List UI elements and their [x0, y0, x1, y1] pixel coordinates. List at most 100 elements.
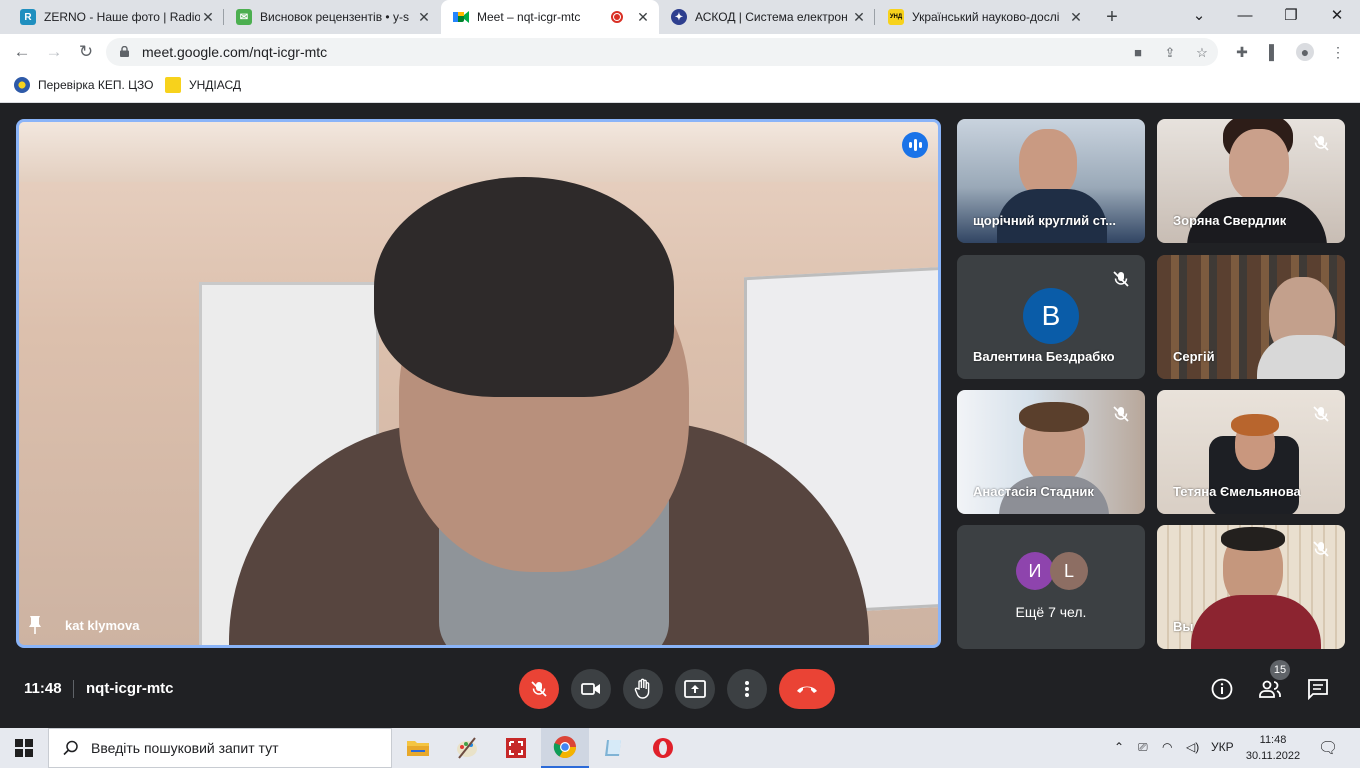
people-count-badge: 15 — [1270, 660, 1290, 680]
notes-taskbar-button[interactable] — [590, 728, 638, 768]
side-panel-icon[interactable]: ▌ — [1265, 43, 1283, 61]
volume-icon[interactable]: ◁) — [1186, 740, 1199, 754]
info-icon — [1211, 678, 1233, 700]
emblem-icon — [14, 77, 30, 93]
browser-tab-askod[interactable]: ✦ АСКОД | Система електрон ✕ — [659, 0, 875, 34]
close-tab-icon[interactable]: ✕ — [416, 9, 432, 26]
camera-in-use-icon[interactable]: ■ — [1130, 45, 1146, 61]
search-icon — [63, 740, 78, 756]
search-placeholder: Введіть пошуковий запит тут — [91, 740, 279, 756]
extensions-icon[interactable]: ✚ — [1233, 43, 1251, 61]
clock-date: 30.11.2022 — [1245, 750, 1301, 762]
start-button[interactable] — [0, 728, 48, 768]
microphone-toggle-button[interactable] — [519, 669, 559, 709]
tab-title: АСКОД | Система електрон — [695, 10, 848, 24]
input-language-indicator[interactable]: УКР — [1211, 740, 1234, 754]
snipping-tool-taskbar-button[interactable] — [492, 728, 540, 768]
back-button[interactable]: ← — [10, 40, 34, 64]
raise-hand-button[interactable] — [623, 669, 663, 709]
taskbar-search-box[interactable]: Введіть пошуковий запит тут — [48, 728, 392, 768]
participant-tile[interactable]: В Валентина Бездрабко — [957, 255, 1145, 379]
new-tab-button[interactable]: + — [1100, 6, 1124, 30]
profile-avatar-icon[interactable]: ● — [1296, 43, 1314, 61]
close-tab-icon[interactable]: ✕ — [200, 9, 216, 26]
participant-name: Зоряна Свердлик — [1173, 213, 1287, 228]
hand-icon — [634, 678, 650, 699]
restore-button[interactable]: ❐ — [1268, 0, 1314, 34]
network-status-icon[interactable]: ⎚ — [1138, 740, 1148, 755]
radio-favicon-icon: R — [20, 9, 36, 25]
paint-taskbar-button[interactable] — [443, 728, 491, 768]
undiasd-favicon-icon: УНД — [888, 9, 904, 25]
bookmark-star-icon[interactable]: ☆ — [1194, 45, 1210, 61]
chat-button[interactable] — [1306, 677, 1330, 701]
participant-tile[interactable]: Сергій — [1157, 255, 1345, 379]
show-hidden-icons-chevron-icon[interactable]: ⌃ — [1114, 740, 1124, 754]
tab-search-chevron-icon[interactable]: ⌄ — [1176, 0, 1222, 34]
people-icon — [1259, 680, 1281, 698]
present-screen-button[interactable] — [675, 669, 715, 709]
tab-title: ZERNO - Наше фото | Radio — [44, 10, 200, 24]
minimize-button[interactable]: — — [1222, 0, 1268, 34]
pin-icon[interactable] — [29, 615, 41, 635]
close-tab-icon[interactable]: ✕ — [635, 9, 651, 26]
lock-icon — [120, 46, 129, 57]
participant-tile[interactable]: Анастасія Стадник — [957, 390, 1145, 514]
meeting-time: 11:48 — [24, 680, 62, 697]
bookmark-label: Перевірка КЕП. ЦЗО — [38, 78, 154, 92]
chrome-menu-icon[interactable]: ⋮ — [1329, 43, 1347, 61]
bookmarks-bar: Перевірка КЕП. ЦЗО УНДІАСД — [0, 70, 1360, 103]
folder-icon — [407, 741, 429, 756]
browser-tab-reviewers[interactable]: ✉ Висновок рецензентів • y-s ✕ — [224, 0, 440, 34]
tab-title: Meet – nqt-icgr-mtc — [477, 10, 581, 24]
browser-toolbar: ← → ↻ meet.google.com/nqt-icgr-mtc ■ ⇪ ☆… — [0, 34, 1360, 70]
more-options-button[interactable] — [727, 669, 767, 709]
participant-avatar: В — [1023, 288, 1079, 344]
mic-off-icon — [531, 681, 547, 697]
palette-icon — [457, 737, 477, 759]
browser-tab-meet[interactable]: Meet – nqt-icgr-mtc ✕ — [441, 0, 659, 34]
leave-call-button[interactable] — [779, 669, 835, 709]
notifications-icon[interactable]: 🗨 — [1318, 738, 1338, 758]
recording-indicator-icon — [611, 11, 623, 23]
notepad-icon — [605, 740, 621, 756]
meet-call-area: kat klymova щорічний круглий ст... Зорян… — [0, 103, 1360, 728]
taskbar-clock[interactable]: 11:48 30.11.2022 — [1240, 732, 1306, 764]
chrome-taskbar-button[interactable] — [541, 728, 589, 768]
participant-tile[interactable]: Зоряна Свердлик — [1157, 119, 1345, 243]
participant-tile[interactable]: щорічний круглий ст... — [957, 119, 1145, 243]
people-button[interactable] — [1258, 677, 1282, 701]
browser-tab-zerno[interactable]: R ZERNO - Наше фото | Radio ✕ — [8, 0, 224, 34]
participant-name: Тетяна Ємельянова — [1173, 484, 1301, 499]
undiasd-logo-icon — [165, 77, 181, 93]
browser-tab-undiasd[interactable]: УНД Український науково-дослі ✕ — [876, 0, 1092, 34]
reload-button[interactable]: ↻ — [74, 40, 98, 64]
file-explorer-taskbar-button[interactable] — [394, 728, 442, 768]
close-tab-icon[interactable]: ✕ — [851, 9, 867, 26]
bookmark-undiasd[interactable]: УНДІАСД — [165, 77, 241, 93]
mic-off-icon — [1113, 271, 1129, 287]
main-speaker-name: kat klymova — [65, 617, 140, 633]
participant-name: Валентина Бездрабко — [973, 349, 1115, 364]
present-icon — [684, 680, 706, 698]
mic-off-icon — [1113, 406, 1129, 422]
participant-name: Анастасія Стадник — [973, 484, 1094, 499]
participant-tile[interactable]: Тетяна Ємельянова — [1157, 390, 1345, 514]
opera-taskbar-button[interactable] — [639, 728, 687, 768]
close-window-button[interactable]: ✕ — [1314, 0, 1360, 34]
meeting-details-button[interactable] — [1210, 677, 1234, 701]
wifi-icon[interactable]: ◠ — [1162, 740, 1172, 754]
participant-avatar: L — [1050, 552, 1088, 590]
bookmark-kep-check[interactable]: Перевірка КЕП. ЦЗО — [14, 77, 154, 93]
camera-toggle-button[interactable] — [571, 669, 611, 709]
speaking-indicator-icon — [902, 132, 928, 158]
camera-icon — [581, 683, 600, 695]
more-participants-tile[interactable]: И L Ещё 7 чел. — [957, 525, 1145, 649]
hang-up-icon — [797, 686, 817, 693]
close-tab-icon[interactable]: ✕ — [1068, 9, 1084, 26]
main-speaker-tile[interactable]: kat klymova — [16, 119, 941, 648]
self-view-tile[interactable]: Вы — [1157, 525, 1345, 649]
share-icon[interactable]: ⇪ — [1162, 45, 1178, 61]
forward-button[interactable]: → — [42, 40, 66, 64]
address-bar[interactable]: meet.google.com/nqt-icgr-mtc ■ ⇪ ☆ — [106, 38, 1218, 66]
